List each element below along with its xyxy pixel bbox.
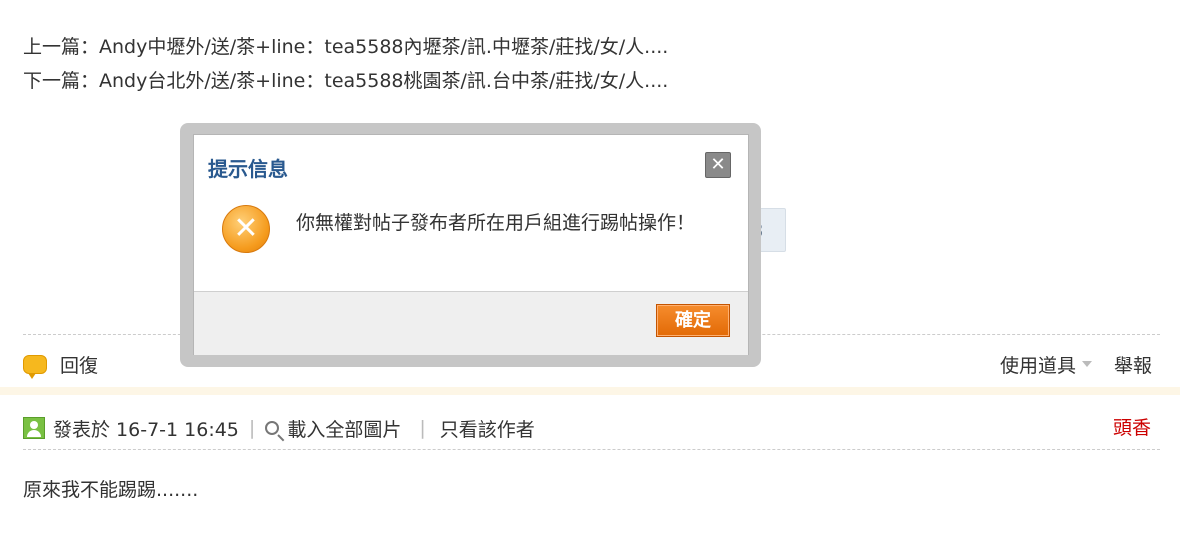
dialog-frame: 提示信息 ✕ ✕ 你無權對帖子發布者所在用戶組進行踢帖操作！ 確定 xyxy=(180,123,761,367)
dialog-message: 你無權對帖子發布者所在用戶組進行踢帖操作！ xyxy=(296,212,696,234)
divider xyxy=(23,449,1160,450)
chevron-down-icon[interactable] xyxy=(1081,361,1092,367)
dialog-title: 提示信息 xyxy=(208,157,288,181)
prev-thread-prefix: 上一篇： xyxy=(23,36,100,58)
reply-action[interactable]: 回復 xyxy=(23,349,98,379)
close-icon[interactable]: ✕ xyxy=(705,152,731,178)
separator: | xyxy=(248,417,256,439)
confirm-button[interactable]: 確定 xyxy=(656,304,730,337)
reply-label[interactable]: 回復 xyxy=(60,351,98,378)
prev-thread-line: 上一篇：Andy中壢外/送/茶+line：tea5588內壢茶/訊.中壢茶/莊找… xyxy=(23,32,668,59)
only-author-link[interactable]: 只看該作者 xyxy=(440,415,535,442)
load-all-images-link[interactable]: 載入全部圖片 xyxy=(287,415,401,442)
dialog-footer: 確定 xyxy=(194,291,748,355)
user-online-icon xyxy=(23,417,45,439)
post-tools: 使用道具 舉報 xyxy=(1000,349,1152,379)
alert-dialog: 提示信息 ✕ ✕ 你無權對帖子發布者所在用戶組進行踢帖操作！ 確定 xyxy=(194,135,748,355)
post-meta: 發表於 16-7-1 16:45 | 載入全部圖片 | 只看該作者 xyxy=(23,414,535,442)
magnifier-icon xyxy=(265,421,280,435)
post-timestamp: 發表於 16-7-1 16:45 xyxy=(53,418,239,441)
next-thread-prefix: 下一篇： xyxy=(23,70,100,92)
prev-thread-link[interactable]: Andy中壢外/送/茶+line：tea5588內壢茶/訊.中壢茶/莊找/女/人… xyxy=(99,36,668,58)
next-thread-line: 下一篇：Andy台北外/送/茶+line：tea5588桃園茶/訊.台中茶/莊找… xyxy=(23,66,668,93)
error-icon: ✕ xyxy=(222,205,270,253)
next-thread-link[interactable]: Andy台北外/送/茶+line：tea5588桃園茶/訊.台中茶/莊找/女/人… xyxy=(99,70,668,92)
post-separator-band xyxy=(0,387,1180,395)
separator: | xyxy=(419,417,426,439)
floor-label[interactable]: 頭香 xyxy=(1113,414,1151,442)
use-tools-menu[interactable]: 使用道具 xyxy=(1000,351,1076,378)
report-link[interactable]: 舉報 xyxy=(1114,351,1152,378)
post-content: 原來我不能踢踢....... xyxy=(23,479,199,501)
speech-bubble-icon xyxy=(23,354,47,379)
